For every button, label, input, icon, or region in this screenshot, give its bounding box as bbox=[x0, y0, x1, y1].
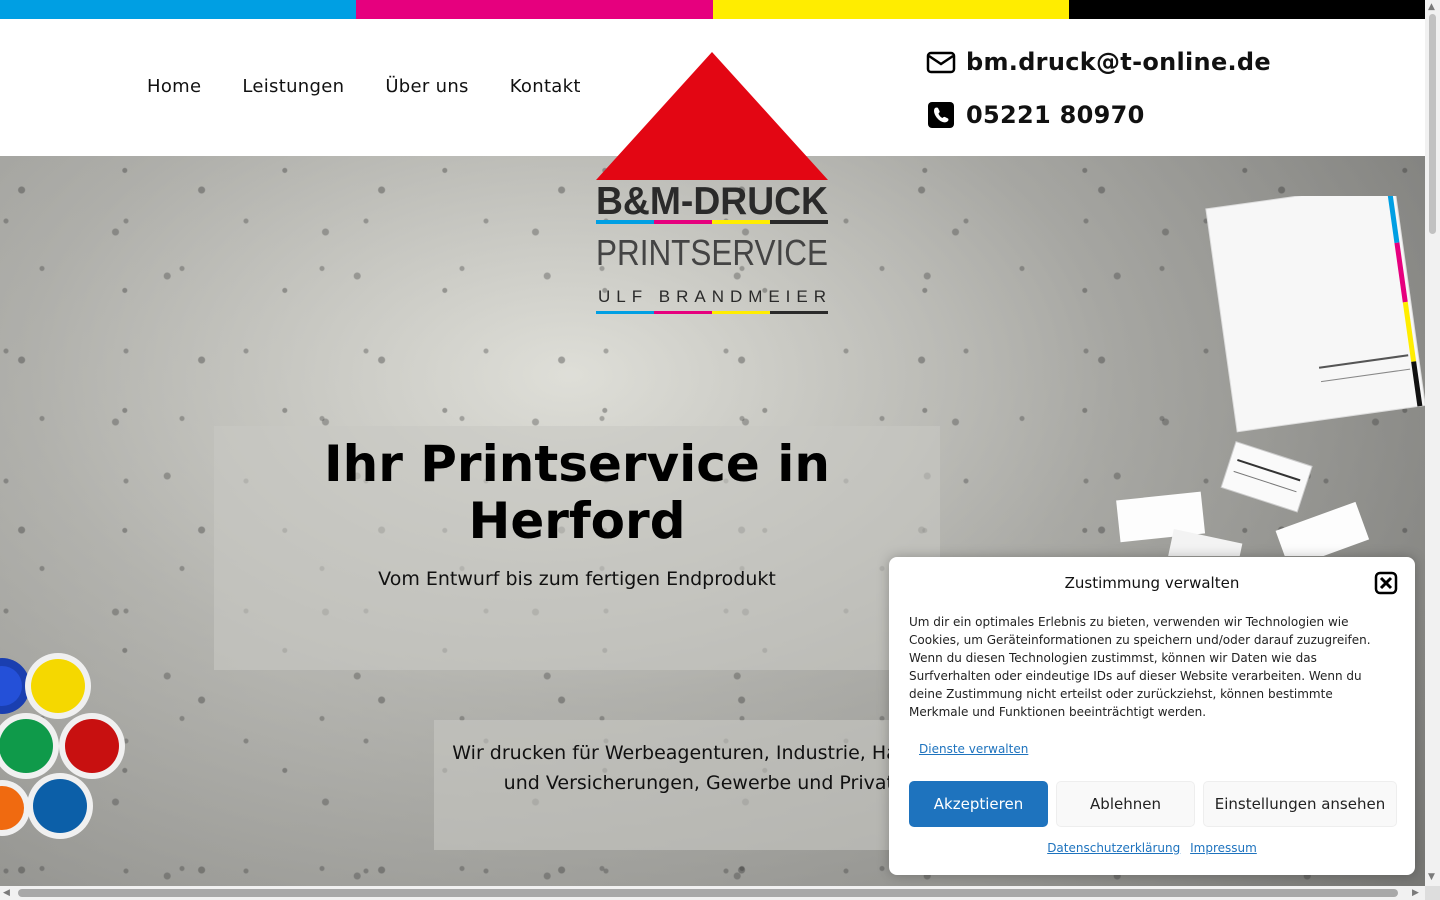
horizontal-scrollbar[interactable]: ◀ ▶ bbox=[0, 886, 1425, 900]
main-nav: Home Leistungen Über uns Kontakt bbox=[147, 76, 581, 97]
deny-button[interactable]: Ablehnen bbox=[1056, 781, 1195, 827]
hero-subtitle: Vom Entwurf bis zum fertigen Endprodukt bbox=[378, 568, 776, 590]
hero-title-box: Ihr Printservice in Herford Vom Entwurf … bbox=[214, 426, 940, 670]
hero-text-box: Wir drucken für Werbeagenturen, Industri… bbox=[434, 720, 954, 850]
nav-ueber-uns[interactable]: Über uns bbox=[385, 76, 468, 97]
hero-text: Wir drucken für Werbeagenturen, Industri… bbox=[452, 742, 954, 794]
nav-home[interactable]: Home bbox=[147, 76, 201, 97]
imprint-link[interactable]: Impressum bbox=[1190, 841, 1257, 855]
contact-email[interactable]: bm.druck@t-online.de bbox=[926, 47, 1271, 77]
close-icon[interactable] bbox=[1374, 571, 1398, 595]
accept-button[interactable]: Akzeptieren bbox=[909, 781, 1048, 827]
hero-title: Ihr Printservice in Herford bbox=[324, 435, 830, 550]
cmyk-color-bar bbox=[0, 0, 1425, 19]
vertical-scroll-thumb[interactable] bbox=[1429, 14, 1436, 234]
scrollbar-corner bbox=[1425, 886, 1440, 900]
cookie-consent-dialog: Zustimmung verwalten Um dir ein optimale… bbox=[889, 557, 1415, 875]
brand-logo[interactable]: B&M-DRUCK PRINTSERVICE ULF BRANDMEIER bbox=[594, 52, 830, 322]
cmyk-magenta bbox=[356, 0, 713, 19]
contact-phone[interactable]: 05221 80970 bbox=[926, 100, 1145, 130]
logo-line2: PRINTSERVICE bbox=[596, 232, 828, 273]
nav-leistungen[interactable]: Leistungen bbox=[242, 76, 344, 97]
scroll-up-icon[interactable]: ▲ bbox=[1428, 2, 1435, 12]
vertical-scrollbar[interactable]: ▲ ▼ bbox=[1425, 0, 1440, 886]
cookie-footer-links: Datenschutzerklärung Impressum bbox=[889, 841, 1415, 855]
cmyk-black bbox=[1068, 0, 1425, 19]
phone-icon bbox=[928, 102, 954, 128]
cookie-text: Um dir ein optimales Erlebnis zu bieten,… bbox=[909, 615, 1371, 719]
cmyk-cyan bbox=[0, 0, 357, 19]
phone-number[interactable]: 05221 80970 bbox=[966, 101, 1145, 129]
scroll-down-icon[interactable]: ▼ bbox=[1428, 872, 1435, 882]
nav-kontakt[interactable]: Kontakt bbox=[510, 76, 581, 97]
scroll-right-icon[interactable]: ▶ bbox=[1412, 888, 1419, 898]
manage-services-link[interactable]: Dienste verwalten bbox=[919, 742, 1028, 756]
logo-line1: B&M-DRUCK bbox=[596, 180, 828, 223]
cookie-title: Zustimmung verwalten bbox=[1064, 574, 1240, 592]
envelope-icon bbox=[926, 51, 956, 74]
logo-line3: ULF BRANDMEIER bbox=[598, 287, 826, 306]
brochure-mockup-image bbox=[1110, 181, 1425, 573]
privacy-policy-link[interactable]: Datenschutzerklärung bbox=[1047, 841, 1180, 855]
email-address[interactable]: bm.druck@t-online.de bbox=[966, 48, 1271, 76]
cmyk-yellow bbox=[712, 0, 1069, 19]
scroll-left-icon[interactable]: ◀ bbox=[3, 888, 10, 898]
paint-cans-image bbox=[0, 646, 130, 846]
horizontal-scroll-thumb[interactable] bbox=[18, 889, 1398, 897]
view-settings-button[interactable]: Einstellungen ansehen bbox=[1203, 781, 1397, 827]
